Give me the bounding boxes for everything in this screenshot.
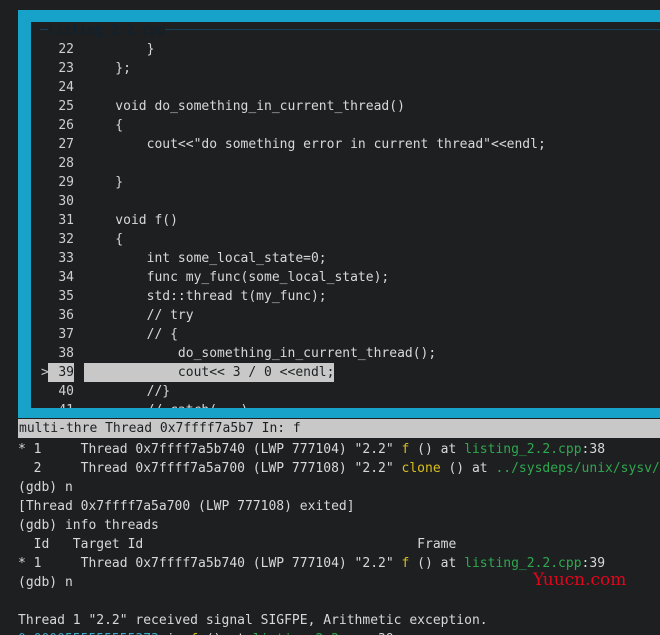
line-number: 39 [48, 363, 74, 382]
code-line-23[interactable]: 23 }; [31, 59, 660, 78]
line-number: 35 [58, 289, 74, 304]
line-number: 40 [58, 384, 74, 399]
console-text-segment: Id Target Id Frame [18, 537, 465, 552]
thread-list-row-2: 2 Thread 0x7ffff7a5a700 (LWP 777108) "2.… [0, 459, 660, 478]
watermark: Yuucn.com [533, 570, 627, 590]
line-source-text: { [84, 232, 124, 247]
code-line-32[interactable]: 32 { [31, 230, 660, 249]
line-number: 34 [58, 270, 74, 285]
line-source-text: //} [84, 384, 171, 399]
code-line-33[interactable]: 33 int some_local_state=0; [31, 249, 660, 268]
console-text-segment: () at [409, 556, 465, 571]
line-number: 38 [58, 346, 74, 361]
signal-frame-location: 0x0000555555555373 in f () at listing_2.… [0, 630, 660, 635]
code-line-41[interactable]: 41 // catch(...) [31, 401, 660, 408]
code-line-31[interactable]: 31 void f() [31, 211, 660, 230]
gdb-prompt-info-threads: (gdb) info threads [0, 516, 660, 535]
line-number: 32 [58, 232, 74, 247]
line-source-text: } [84, 42, 155, 57]
line-number: 41 [48, 401, 74, 408]
console-text-segment: clone [401, 461, 441, 476]
gdb-console[interactable]: * 1 Thread 0x7ffff7a5b740 (LWP 777104) "… [0, 440, 660, 635]
line-source-text: std::thread t(my_func); [84, 289, 327, 304]
title-lead-dash: ─ [40, 23, 48, 38]
source-code-lines[interactable]: 22 } 23 }; 24 25 void do_something_in_curre… [31, 40, 660, 408]
line-number: 27 [58, 137, 74, 152]
source-file-name: listing_2.2.cpp [47, 23, 166, 38]
console-text-segment: (gdb) n [18, 480, 73, 495]
line-number: 30 [58, 194, 74, 209]
tui-status-bar: multi-thre Thread 0x7ffff7a5b7 In: f [18, 419, 660, 438]
gdb-tui-window: ─listing_2.2.cpp────────────────────────… [0, 0, 660, 635]
console-text-segment: (gdb) n [18, 575, 73, 590]
line-source-text: do_something_in_current_thread(); [84, 346, 437, 361]
line-source-text: // { [84, 327, 178, 342]
line-number: 29 [58, 175, 74, 190]
code-line-26[interactable]: 26 { [31, 116, 660, 135]
source-window-title: ─listing_2.2.cpp────────────────────────… [40, 23, 660, 39]
console-text-segment: () at [440, 461, 496, 476]
code-line-27[interactable]: 27 cout<<"do something error in current … [31, 135, 660, 154]
spacer-row-1 [0, 592, 660, 611]
line-source-text: void f() [84, 213, 178, 228]
line-source-text: int some_local_state=0; [84, 251, 327, 266]
console-text-segment: [Thread 0x7ffff7a5a700 (LWP 777108) exit… [18, 499, 355, 514]
code-line-38[interactable]: 38 do_something_in_current_thread(); [31, 344, 660, 363]
code-line-36[interactable]: 36 // try [31, 306, 660, 325]
code-line-30[interactable]: 30 [31, 192, 660, 211]
line-number: 33 [58, 251, 74, 266]
code-line-35[interactable]: 35 std::thread t(my_func); [31, 287, 660, 306]
code-line-29[interactable]: 29 } [31, 173, 660, 192]
line-number: 23 [58, 61, 74, 76]
line-source-text: { [84, 118, 124, 133]
thread-list-row-1: * 1 Thread 0x7ffff7a5b740 (LWP 777104) "… [0, 440, 660, 459]
code-line-34[interactable]: 34 func my_func(some_local_state); [31, 268, 660, 287]
code-line-22[interactable]: 22 } [31, 40, 660, 59]
line-source-text: func my_func(some_local_state); [84, 270, 390, 285]
thread-table-header: Id Target Id Frame [0, 535, 660, 554]
line-source-text: // try [84, 308, 194, 323]
console-text-segment: :38 [581, 442, 606, 457]
source-code-window: ─listing_2.2.cpp────────────────────────… [18, 10, 660, 418]
title-trail-dashes: ────────────────────────────────────────… [165, 23, 660, 38]
line-source-text: cout<< 3 / 0 <<endl; [84, 363, 335, 382]
line-source-text: }; [84, 61, 131, 76]
console-text-segment: * 1 Thread 0x7ffff7a5b740 (LWP 777104) "… [18, 442, 402, 457]
gdb-prompt-next-1: (gdb) n [0, 478, 660, 497]
code-line-24[interactable]: 24 [31, 78, 660, 97]
source-window-frame: ─listing_2.2.cpp────────────────────────… [27, 18, 660, 410]
line-source-text: } [84, 175, 124, 190]
source-window-inner: ─listing_2.2.cpp────────────────────────… [31, 22, 660, 408]
signal-notice: Thread 1 "2.2" received signal SIGFPE, A… [0, 611, 660, 630]
line-source-text: // catch(...) [84, 401, 249, 408]
line-number: 36 [58, 308, 74, 323]
line-number: 24 [58, 80, 74, 95]
console-text-segment: 2 Thread 0x7ffff7a5a700 (LWP 777108) "2.… [18, 461, 402, 476]
console-text-segment: listing_2.2.cpp [464, 556, 582, 571]
line-number: 22 [58, 42, 74, 57]
code-line-40[interactable]: 40 //} [31, 382, 660, 401]
line-number: 37 [58, 327, 74, 342]
line-number: 28 [58, 156, 74, 171]
code-line-39[interactable]: >39 cout<< 3 / 0 <<endl; [31, 363, 660, 382]
console-text-segment: () at [409, 442, 465, 457]
console-text-segment: :39 [581, 556, 606, 571]
line-number: 26 [58, 118, 74, 133]
line-number: 31 [58, 213, 74, 228]
thread-exited-notice: [Thread 0x7ffff7a5a700 (LWP 777108) exit… [0, 497, 660, 516]
console-text-segment: (gdb) info threads [18, 518, 159, 533]
console-text-segment: listing_2.2.cpp [464, 442, 582, 457]
code-line-25[interactable]: 25 void do_something_in_current_thread() [31, 97, 660, 116]
line-source-text: void do_something_in_current_thread() [84, 99, 405, 114]
code-line-28[interactable]: 28 [31, 154, 660, 173]
console-text-segment: Thread 1 "2.2" received signal SIGFPE, A… [18, 613, 488, 628]
console-text-segment: ../sysdeps/unix/sysv/linux/x86_6 [495, 461, 660, 476]
console-text-segment [18, 594, 26, 609]
code-line-37[interactable]: 37 // { [31, 325, 660, 344]
line-number: 25 [58, 99, 74, 114]
line-source-text: cout<<"do something error in current thr… [84, 137, 546, 152]
console-text-segment: * 1 Thread 0x7ffff7a5b740 (LWP 777104) "… [18, 556, 402, 571]
